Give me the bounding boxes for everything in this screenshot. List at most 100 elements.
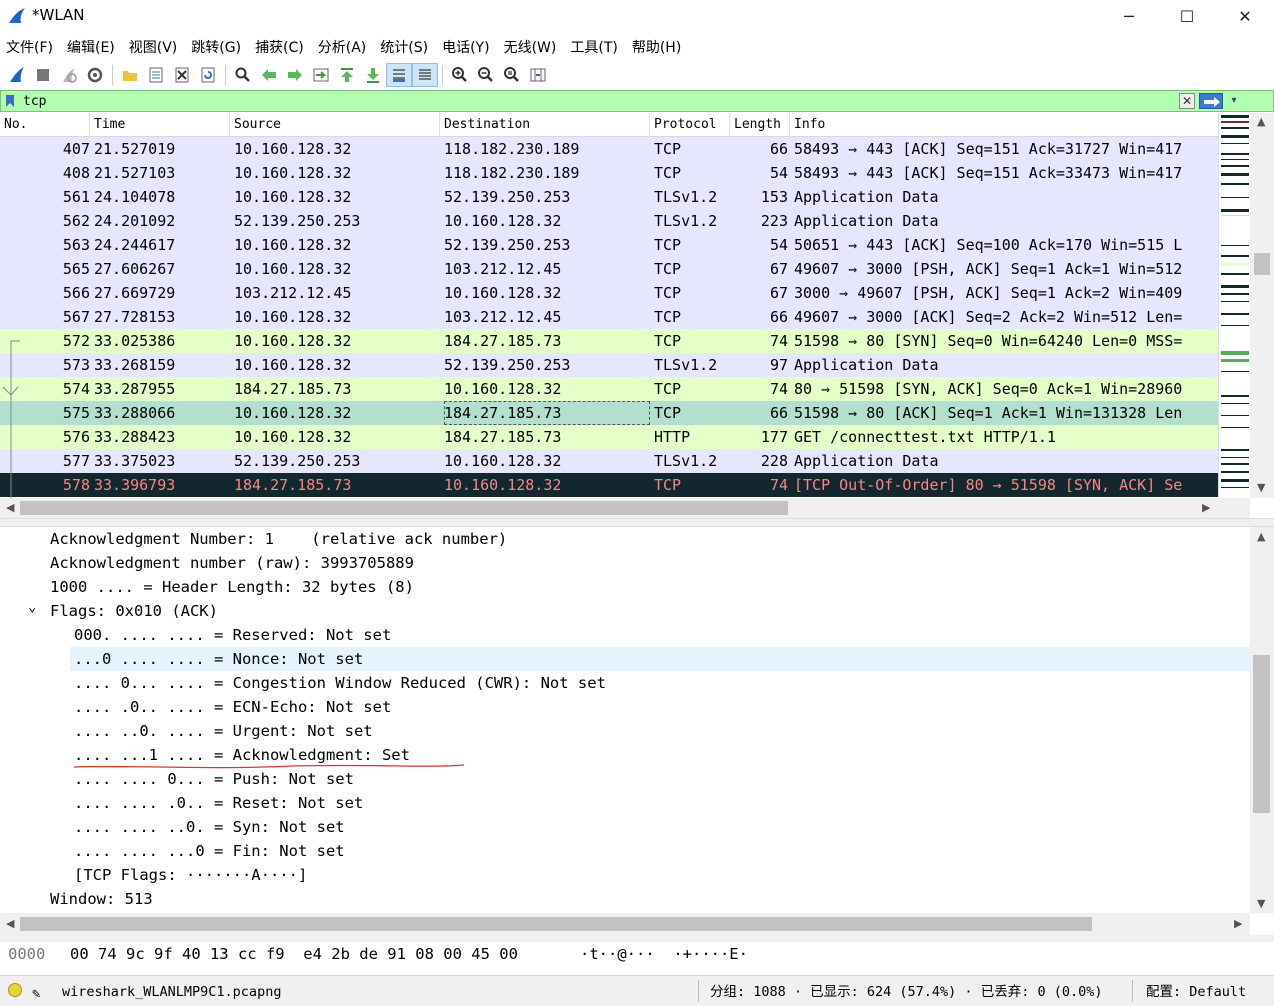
find-magnifier-button[interactable] bbox=[230, 63, 256, 87]
zoom-out-icon bbox=[478, 67, 493, 82]
packet-row[interactable]: 563 24.244617 10.160.128.32 52.139.250.253 T… bbox=[0, 233, 1218, 257]
scroll-thumb[interactable] bbox=[20, 917, 1092, 931]
menu-item-7[interactable]: 电话(Y) bbox=[436, 37, 497, 57]
column-header-protocol[interactable]: Protocol bbox=[650, 113, 730, 137]
packet-cell-no: 576 bbox=[62, 428, 90, 446]
profile-status[interactable]: 配置: Default bbox=[1146, 978, 1246, 1006]
apply-filter-button[interactable] bbox=[1199, 93, 1223, 109]
packet-cell-info: Application Data bbox=[794, 188, 939, 206]
restart-fin-button[interactable] bbox=[56, 63, 82, 87]
scroll-thumb[interactable] bbox=[20, 501, 788, 515]
menu-item-6[interactable]: 统计(S) bbox=[374, 37, 436, 57]
packet-row[interactable]: 566 27.669729 103.212.12.45 10.160.128.32 TC… bbox=[0, 281, 1218, 305]
scroll-right-arrow-icon[interactable]: ▶ bbox=[1234, 917, 1242, 930]
packet-cell-info: GET /connecttest.txt HTTP/1.1 bbox=[794, 428, 1056, 446]
packet-cell-no: 567 bbox=[62, 308, 90, 326]
menu-item-3[interactable]: 跳转(G) bbox=[185, 37, 249, 57]
packet-row[interactable]: 565 27.606267 10.160.128.32 103.212.12.45 TC… bbox=[0, 257, 1218, 281]
column-header-length[interactable]: Length bbox=[730, 113, 790, 137]
capture-options-gear-button[interactable] bbox=[82, 63, 108, 87]
zoom-normal-button[interactable] bbox=[499, 63, 525, 87]
packet-row[interactable]: 575 33.288066 10.160.128.32 184.27.185.73 TC… bbox=[0, 401, 1218, 425]
packet-row[interactable]: 561 24.104078 10.160.128.32 52.139.250.253 T… bbox=[0, 185, 1218, 209]
packet-row[interactable]: 408 21.527103 10.160.128.32 118.182.230.189… bbox=[0, 161, 1218, 185]
detail-text: .... .... ...0 = Fin: Not set bbox=[74, 842, 345, 860]
packet-cell-dst: 10.160.128.32 bbox=[444, 212, 562, 230]
go-last-button[interactable] bbox=[360, 63, 386, 87]
column-header-no[interactable]: No. bbox=[0, 113, 90, 137]
save-file-icon bbox=[149, 67, 163, 83]
go-to-packet-button[interactable] bbox=[308, 63, 334, 87]
packet-cell-no: 566 bbox=[62, 284, 90, 302]
reload-button[interactable] bbox=[195, 63, 221, 87]
close-file-button[interactable] bbox=[169, 63, 195, 87]
scroll-down-arrow-icon[interactable]: ▼ bbox=[1257, 481, 1265, 494]
stop-square-button[interactable] bbox=[30, 63, 56, 87]
packet-row[interactable]: 567 27.728153 10.160.128.32 103.212.12.45 TC… bbox=[0, 305, 1218, 329]
packet-row[interactable]: 577 33.375023 52.139.250.253 10.160.128.32 T… bbox=[0, 449, 1218, 473]
packet-list-vertical-scrollbar[interactable]: ▲ ▼ bbox=[1250, 113, 1274, 498]
zoom-out-button[interactable] bbox=[473, 63, 499, 87]
menu-item-2[interactable]: 视图(V) bbox=[123, 37, 186, 57]
go-forward-arrow-button[interactable] bbox=[282, 63, 308, 87]
menu-item-5[interactable]: 分析(A) bbox=[312, 37, 375, 57]
expander-chevron-down-icon[interactable]: ⌄ bbox=[28, 595, 36, 619]
ascii-bytes[interactable]: ·t··@··· ·+····E· bbox=[580, 942, 748, 966]
hex-bytes[interactable]: 00 74 9c 9f 40 13 cc f9 e4 2b de 91 08 0… bbox=[70, 942, 518, 966]
packet-cell-no: 407 bbox=[62, 140, 90, 158]
menu-item-0[interactable]: 文件(F) bbox=[0, 37, 61, 57]
minimize-button[interactable]: ─ bbox=[1100, 0, 1158, 32]
scroll-right-arrow-icon[interactable]: ▶ bbox=[1202, 501, 1210, 514]
autoscroll-button[interactable] bbox=[386, 63, 412, 87]
packet-cell-len: 66 bbox=[769, 404, 788, 422]
packet-row[interactable]: 562 24.201092 52.139.250.253 10.160.128.32 T… bbox=[0, 209, 1218, 233]
bookmark-icon[interactable] bbox=[4, 94, 16, 108]
column-header-destination[interactable]: Destination bbox=[440, 113, 650, 137]
clear-filter-button[interactable]: ✕ bbox=[1179, 93, 1195, 109]
column-header-info[interactable]: Info bbox=[790, 113, 1218, 137]
zoom-in-button[interactable] bbox=[447, 63, 473, 87]
column-header-time[interactable]: Time bbox=[90, 113, 230, 137]
packet-row[interactable]: 576 33.288423 10.160.128.32 184.27.185.73 HT… bbox=[0, 425, 1218, 449]
packet-row[interactable]: 573 33.268159 10.160.128.32 52.139.250.253 T… bbox=[0, 353, 1218, 377]
menu-item-1[interactable]: 编辑(E) bbox=[61, 37, 123, 57]
scroll-thumb[interactable] bbox=[1253, 655, 1270, 813]
packet-row[interactable]: 578 33.396793 184.27.185.73 10.160.128.32 TC… bbox=[0, 473, 1218, 497]
packet-minimap[interactable] bbox=[1218, 113, 1250, 498]
details-horizontal-scrollbar[interactable]: ◀ ▶ bbox=[0, 913, 1250, 935]
go-back-arrow-button[interactable] bbox=[256, 63, 282, 87]
packet-cell-src: 10.160.128.32 bbox=[234, 356, 352, 374]
menu-item-9[interactable]: 工具(T) bbox=[564, 37, 625, 57]
packet-row[interactable]: 574 33.287955 184.27.185.73 10.160.128.32 TC… bbox=[0, 377, 1218, 401]
display-filter-input[interactable] bbox=[23, 92, 1173, 110]
detail-line[interactable]: ...0 .... .... = Nonce: Not set bbox=[70, 647, 1250, 671]
scroll-left-arrow-icon[interactable]: ◀ bbox=[6, 501, 14, 514]
scroll-up-arrow-icon[interactable]: ▲ bbox=[1257, 115, 1265, 128]
menu-item-4[interactable]: 捕获(C) bbox=[249, 37, 312, 57]
column-header-source[interactable]: Source bbox=[230, 113, 440, 137]
shark-fin-start-button[interactable] bbox=[4, 63, 30, 87]
close-button[interactable]: ✕ bbox=[1216, 0, 1274, 32]
pane-splitter[interactable] bbox=[0, 518, 1274, 527]
packet-list-header: No. Time Source Destination Protocol Len… bbox=[0, 113, 1218, 137]
details-vertical-scrollbar[interactable]: ▲ ▼ bbox=[1250, 527, 1274, 913]
scroll-thumb[interactable] bbox=[1254, 253, 1270, 275]
open-folder-button[interactable] bbox=[117, 63, 143, 87]
maximize-button[interactable]: ☐ bbox=[1158, 0, 1216, 32]
menu-item-10[interactable]: 帮助(H) bbox=[626, 37, 689, 57]
save-file-button[interactable] bbox=[143, 63, 169, 87]
scroll-down-arrow-icon[interactable]: ▼ bbox=[1257, 897, 1265, 910]
resize-columns-button[interactable] bbox=[525, 63, 551, 87]
expert-info-led-icon[interactable] bbox=[8, 983, 22, 997]
filter-history-dropdown[interactable]: ▾ bbox=[1227, 93, 1241, 109]
scroll-left-arrow-icon[interactable]: ◀ bbox=[6, 917, 14, 930]
menu-item-8[interactable]: 无线(W) bbox=[498, 37, 565, 57]
colorize-button[interactable] bbox=[412, 63, 438, 87]
packet-row[interactable]: 572 33.025386 10.160.128.32 184.27.185.73 TC… bbox=[0, 329, 1218, 353]
packet-list-horizontal-scrollbar[interactable]: ◀ ▶ bbox=[0, 498, 1250, 518]
pane-splitter[interactable] bbox=[0, 935, 1274, 942]
capture-comment-icon[interactable]: ✎ bbox=[32, 980, 40, 1006]
go-first-button[interactable] bbox=[334, 63, 360, 87]
scroll-up-arrow-icon[interactable]: ▲ bbox=[1257, 530, 1265, 543]
packet-row[interactable]: 407 21.527019 10.160.128.32 118.182.230.189… bbox=[0, 137, 1218, 161]
